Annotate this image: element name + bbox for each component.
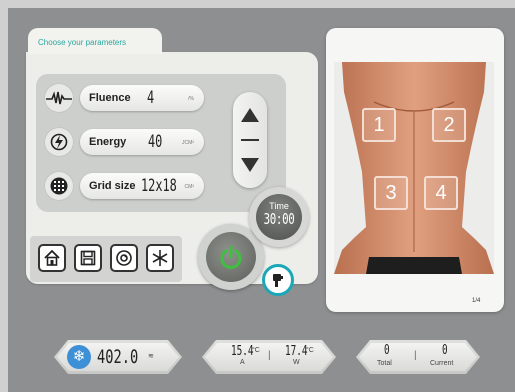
- body-image: [334, 62, 494, 274]
- settings-circle-icon: [116, 250, 132, 266]
- total-label: Total: [377, 360, 392, 367]
- zone-4[interactable]: 4: [424, 176, 458, 210]
- energy-bolt-icon: [44, 127, 74, 157]
- fluence-pill[interactable]: Fluence 4 /%: [80, 85, 204, 111]
- energy-label: Energy: [89, 136, 127, 148]
- power-icon: [220, 245, 242, 269]
- parameters-tab-title: Choose your parameters: [38, 38, 127, 47]
- parameters-tab[interactable]: Choose your parameters: [28, 28, 162, 54]
- temperature-a-label: A: [240, 359, 245, 366]
- cooling-button[interactable]: [146, 244, 174, 272]
- current-value: 0: [442, 343, 448, 358]
- floppy-disk-icon: [80, 250, 96, 266]
- param-row-fluence[interactable]: Fluence 4 /%: [44, 83, 214, 113]
- grid-size-unit: CM²: [184, 184, 194, 190]
- cooling-level-icon: ≋: [148, 353, 154, 360]
- cooling-snowflake-icon: ❄: [67, 345, 91, 369]
- time-value: 30:00: [263, 210, 295, 228]
- home-button[interactable]: [38, 244, 66, 272]
- snowflake-icon: [152, 250, 168, 266]
- screen-bezel-left: [0, 0, 8, 392]
- grid-size-pill[interactable]: Grid size 12x18 CM²: [80, 173, 204, 199]
- temperature-a-unit: °C: [252, 347, 260, 354]
- grid-size-value: 12x18: [141, 176, 178, 196]
- page-counter: 1/4: [472, 298, 481, 304]
- zone-3[interactable]: 3: [374, 176, 408, 210]
- home-icon: [44, 249, 60, 266]
- triangle-down-icon[interactable]: [241, 158, 259, 172]
- cooling-value: 402.0: [97, 346, 139, 368]
- power-button[interactable]: [206, 232, 256, 282]
- shot-counter-status: [356, 340, 480, 374]
- temperature-separator: |: [268, 350, 271, 361]
- current-label: Current: [430, 360, 454, 367]
- time-display[interactable]: Time 30:00: [256, 194, 302, 240]
- grid-size-label: Grid size: [89, 180, 136, 192]
- param-row-energy[interactable]: Energy 40 JCM²: [44, 127, 214, 157]
- save-button[interactable]: [74, 244, 102, 272]
- total-value: 0: [384, 343, 390, 358]
- energy-pill[interactable]: Energy 40 JCM²: [80, 129, 204, 155]
- param-row-grid-size[interactable]: Grid size 12x18 CM²: [44, 171, 214, 201]
- stepper-divider: [241, 139, 259, 141]
- handpiece-button[interactable]: [262, 264, 294, 296]
- energy-unit: JCM²: [182, 140, 194, 146]
- value-stepper: [233, 92, 267, 188]
- settings-button[interactable]: [110, 244, 138, 272]
- temperature-w-label: W: [293, 359, 300, 366]
- temperature-w-unit: °C: [306, 347, 314, 354]
- temperature-w-value: 17.4: [285, 344, 308, 359]
- triangle-up-icon[interactable]: [241, 108, 259, 122]
- pulse-wave-icon: [44, 83, 74, 113]
- energy-value: 40: [148, 132, 163, 152]
- fluence-label: Fluence: [89, 92, 131, 104]
- zone-2[interactable]: 2: [432, 108, 466, 142]
- zone-1[interactable]: 1: [362, 108, 396, 142]
- grid-dots-icon: [44, 171, 74, 201]
- screen-bezel-top: [0, 0, 515, 8]
- handpiece-icon: [273, 274, 283, 287]
- temperature-a-value: 15.4: [231, 344, 254, 359]
- fluence-unit: /%: [188, 96, 194, 102]
- fluence-value: 4: [146, 88, 154, 108]
- counter-separator: |: [414, 350, 417, 361]
